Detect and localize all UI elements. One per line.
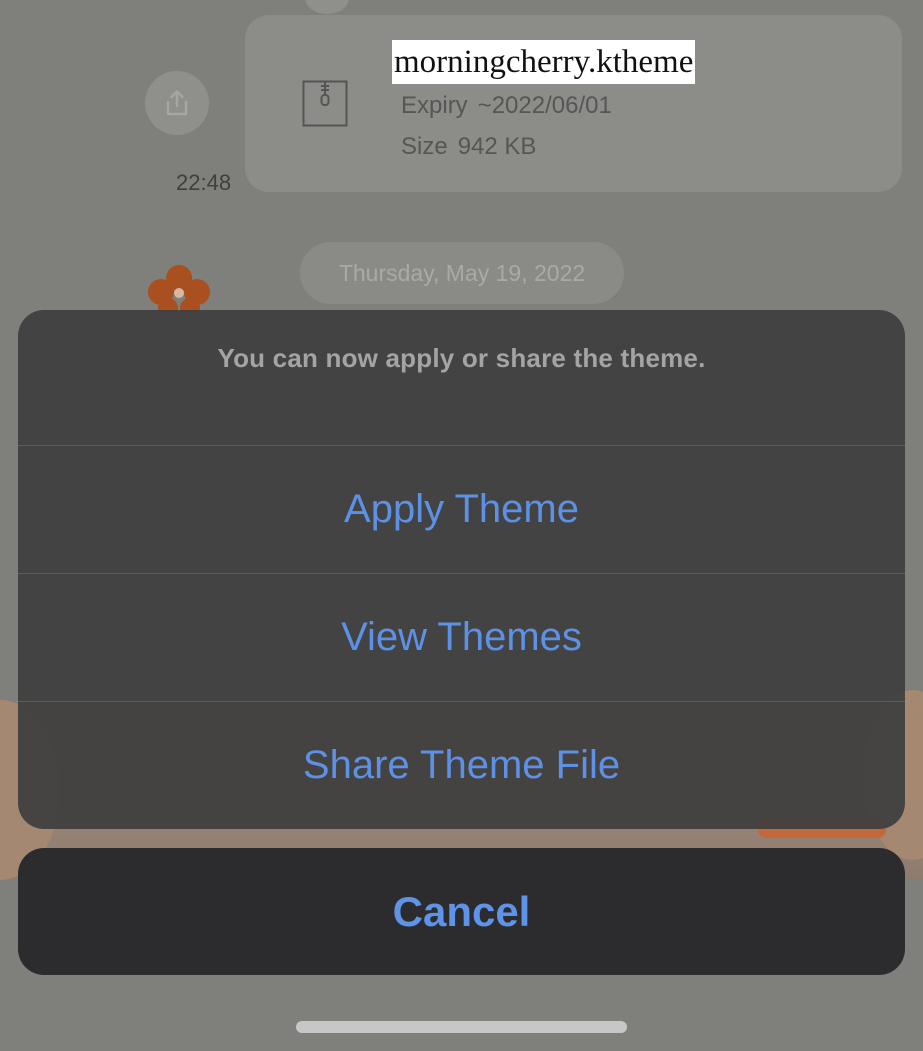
view-themes-button[interactable]: View Themes: [18, 574, 905, 702]
clipped-sticker: [305, 0, 349, 14]
date-divider: Thursday, May 19, 2022: [300, 242, 624, 304]
home-indicator[interactable]: [296, 1021, 627, 1033]
flower-icon: [148, 265, 210, 312]
action-sheet-message: You can now apply or share the theme.: [18, 310, 905, 446]
expiry-label: Expiry: [401, 92, 468, 119]
zip-file-icon: [302, 80, 348, 127]
apply-theme-button[interactable]: Apply Theme: [18, 446, 905, 574]
file-size: Size 942 KB: [401, 133, 536, 161]
file-expiry: Expiry ~2022/06/01: [401, 92, 612, 120]
share-icon: [166, 90, 188, 116]
share-theme-file-button[interactable]: Share Theme File: [18, 702, 905, 829]
size-label: Size: [401, 133, 448, 160]
action-sheet: You can now apply or share the theme. Ap…: [18, 310, 905, 829]
share-button[interactable]: [145, 71, 209, 135]
file-name: morningcherry.ktheme: [392, 40, 696, 84]
message-time: 22:48: [176, 170, 232, 195]
size-value: 942 KB: [457, 133, 537, 160]
expiry-value: ~2022/06/01: [477, 92, 612, 119]
cancel-button[interactable]: Cancel: [18, 848, 905, 975]
